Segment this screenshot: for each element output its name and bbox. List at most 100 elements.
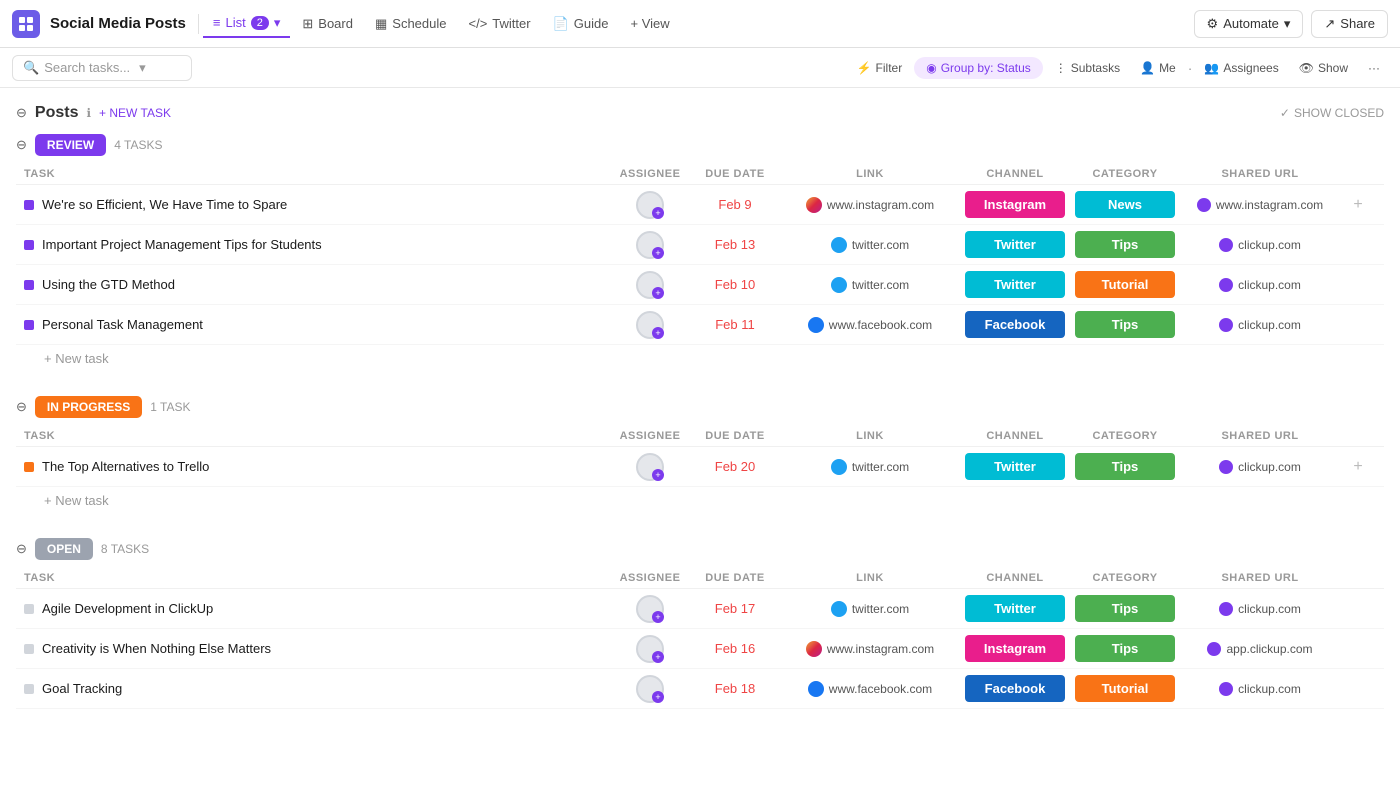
search-chevron-icon: ▾ — [139, 60, 146, 76]
col-shared-url: SHARED URL — [1180, 168, 1340, 180]
category-cell: Tips — [1070, 635, 1180, 662]
shared-url-cell: clickup.com — [1180, 460, 1340, 474]
add-col-btn[interactable]: + — [1340, 458, 1376, 476]
nav-right: ⚙ Automate ▾ ↗ Share — [1194, 10, 1388, 38]
automate-icon: ⚙ — [1207, 16, 1219, 32]
group-open-header: ⊖ OPEN 8 TASKS — [16, 538, 1384, 560]
task-dot — [24, 320, 34, 330]
table-row[interactable]: Goal Tracking + Feb 18 www.facebook.com … — [16, 669, 1384, 709]
avatar: + — [636, 595, 664, 623]
main-content: ⊖ Posts ℹ + NEW TASK ✓ SHOW CLOSED ⊖ REV… — [0, 88, 1400, 785]
avatar: + — [636, 191, 664, 219]
show-button[interactable]: 👁 Show — [1291, 57, 1356, 79]
assignee-cell: + — [610, 635, 690, 663]
link-cell: twitter.com — [780, 601, 960, 617]
category-cell: Tutorial — [1070, 675, 1180, 702]
avatar: + — [636, 231, 664, 259]
tab-twitter[interactable]: </> Twitter — [459, 11, 541, 36]
shared-url-icon — [1219, 318, 1233, 332]
avatar-add-icon: + — [652, 287, 664, 299]
ellipsis-icon: ··· — [1368, 61, 1380, 75]
posts-info-icon: ℹ — [86, 106, 91, 120]
category-tag: Tips — [1075, 453, 1175, 480]
channel-cell: Twitter — [960, 595, 1070, 622]
assignee-cell: + — [610, 191, 690, 219]
col-link: LINK — [780, 430, 960, 442]
tab-schedule[interactable]: ▦ Schedule — [365, 11, 457, 37]
tab-list[interactable]: ≡ List 2 ▾ — [203, 10, 290, 38]
in-progress-new-task-row[interactable]: + New task — [16, 487, 1384, 514]
posts-collapse-btn[interactable]: ⊖ — [16, 105, 27, 121]
task-dot — [24, 604, 34, 614]
twitter-icon — [831, 277, 847, 293]
toolbar: 🔍 Search tasks... ▾ ⚡ Filter ◉ Group by:… — [0, 48, 1400, 88]
col-link: LINK — [780, 168, 960, 180]
shared-url-cell: clickup.com — [1180, 318, 1340, 332]
shared-url-icon — [1197, 198, 1211, 212]
avatar: + — [636, 271, 664, 299]
nav-divider — [198, 14, 199, 34]
subtasks-button[interactable]: ⋮ Subtasks — [1047, 57, 1128, 79]
task-name: The Top Alternatives to Trello — [24, 459, 610, 474]
share-icon: ↗ — [1324, 16, 1335, 32]
more-options-button[interactable]: ··· — [1360, 57, 1388, 79]
assignees-icon: 👥 — [1204, 61, 1219, 75]
col-due-date: DUE DATE — [690, 430, 780, 442]
table-row[interactable]: Creativity is When Nothing Else Matters … — [16, 629, 1384, 669]
table-row[interactable]: Important Project Management Tips for St… — [16, 225, 1384, 265]
filter-button[interactable]: ⚡ Filter — [849, 57, 911, 79]
review-new-task-row[interactable]: + New task — [16, 345, 1384, 372]
col-due-date: DUE DATE — [690, 572, 780, 584]
separator-dot: · — [1188, 60, 1193, 76]
category-tag: News — [1075, 191, 1175, 218]
category-tag: Tutorial — [1075, 271, 1175, 298]
avatar: + — [636, 635, 664, 663]
assignee-cell: + — [610, 595, 690, 623]
open-collapse-btn[interactable]: ⊖ — [16, 541, 27, 557]
avatar-add-icon: + — [652, 469, 664, 481]
due-date: Feb 16 — [690, 641, 780, 656]
doc-icon: 📄 — [553, 16, 569, 32]
shared-url-icon — [1207, 642, 1221, 656]
tab-board[interactable]: ⊞ Board — [292, 11, 363, 37]
table-row[interactable]: Using the GTD Method + Feb 10 twitter.co… — [16, 265, 1384, 305]
review-label: REVIEW — [35, 134, 106, 156]
assignee-cell: + — [610, 675, 690, 703]
due-date: Feb 18 — [690, 681, 780, 696]
in-progress-task-count: 1 TASK — [150, 400, 190, 414]
channel-cell: Instagram — [960, 635, 1070, 662]
add-view-btn[interactable]: + View — [620, 11, 679, 36]
avatar-add-icon: + — [652, 207, 664, 219]
automate-button[interactable]: ⚙ Automate ▾ — [1194, 10, 1304, 38]
tab-guide[interactable]: 📄 Guide — [543, 11, 619, 37]
add-col-btn[interactable]: + — [1340, 196, 1376, 214]
col-category: CATEGORY — [1070, 572, 1180, 584]
table-row[interactable]: Personal Task Management + Feb 11 www.fa… — [16, 305, 1384, 345]
group-by-button[interactable]: ◉ Group by: Status — [914, 57, 1043, 79]
table-row[interactable]: The Top Alternatives to Trello + Feb 20 … — [16, 447, 1384, 487]
posts-new-task-btn[interactable]: + NEW TASK — [99, 106, 171, 120]
table-row[interactable]: We're so Efficient, We Have Time to Spar… — [16, 185, 1384, 225]
avatar-add-icon: + — [652, 327, 664, 339]
table-row[interactable]: Agile Development in ClickUp + Feb 17 tw… — [16, 589, 1384, 629]
in-progress-collapse-btn[interactable]: ⊖ — [16, 399, 27, 415]
category-tag: Tips — [1075, 311, 1175, 338]
channel-tag: Twitter — [965, 231, 1065, 258]
group-open: ⊖ OPEN 8 TASKS TASK ASSIGNEE DUE DATE LI… — [16, 538, 1384, 709]
share-button[interactable]: ↗ Share — [1311, 10, 1388, 38]
channel-tag: Twitter — [965, 453, 1065, 480]
assignees-button[interactable]: 👥 Assignees — [1196, 57, 1286, 79]
search-bar[interactable]: 🔍 Search tasks... ▾ — [12, 55, 192, 81]
group-review: ⊖ REVIEW 4 TASKS TASK ASSIGNEE DUE DATE … — [16, 134, 1384, 372]
project-title: Social Media Posts — [50, 15, 186, 32]
show-closed-btn[interactable]: ✓ SHOW CLOSED — [1280, 106, 1384, 120]
review-collapse-btn[interactable]: ⊖ — [16, 137, 27, 153]
col-shared-url: SHARED URL — [1180, 572, 1340, 584]
twitter-icon — [831, 601, 847, 617]
channel-cell: Twitter — [960, 271, 1070, 298]
task-dot — [24, 684, 34, 694]
me-button[interactable]: 👤 Me — [1132, 57, 1184, 79]
open-label: OPEN — [35, 538, 93, 560]
category-tag: Tips — [1075, 595, 1175, 622]
shared-url-icon — [1219, 460, 1233, 474]
